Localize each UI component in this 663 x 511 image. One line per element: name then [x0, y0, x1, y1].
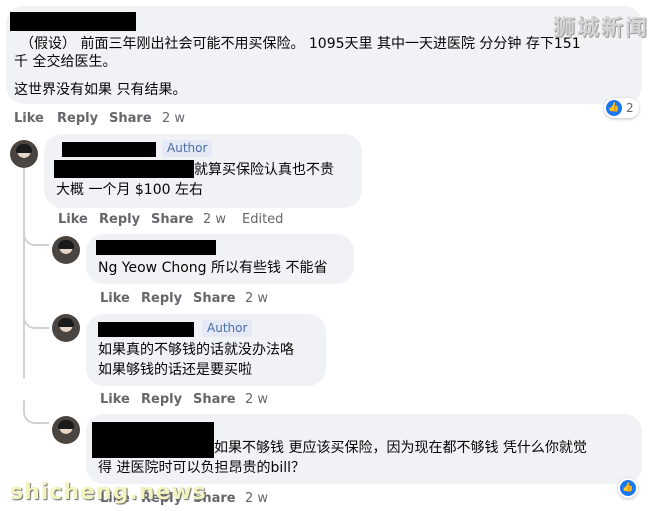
thread-connector: [23, 400, 49, 424]
comment-text-line: 得 进医院时可以负担昂贵的bill？: [98, 460, 306, 476]
reply-link[interactable]: Reply: [99, 212, 140, 227]
redacted-name: [10, 12, 136, 31]
like-link[interactable]: Like: [100, 392, 130, 407]
share-link[interactable]: Share: [193, 392, 236, 407]
comment-bubble: 如果不够钱 更应该买保险，因为现在都不够钱 凭什么你就觉 得 进医院时可以负担昂…: [86, 414, 642, 484]
author-badge: Author: [202, 320, 253, 337]
comment-text-line: 如果不够钱 更应该买保险，因为现在都不够钱 凭什么你就觉: [214, 440, 587, 456]
redacted-name: [96, 240, 216, 255]
comment-text-line: 千 全交给医生。: [14, 54, 117, 70]
comment-bubble: Author 如果真的不够钱的话就没办法咯 如果够钱的话还是要买啦: [86, 314, 326, 386]
comment-text-line: 就算买保险认真也不贵: [194, 162, 334, 178]
reply-link[interactable]: Reply: [57, 111, 98, 126]
reaction-summary[interactable]: 👍 2: [604, 98, 639, 118]
avatar[interactable]: [10, 140, 38, 168]
like-reaction-icon: 👍: [620, 480, 636, 496]
thread-line: [23, 168, 25, 378]
share-link[interactable]: Share: [193, 291, 236, 306]
comment-text-line: Ng Yeow Chong 所以有些钱 不能省: [98, 260, 328, 276]
avatar[interactable]: [52, 236, 80, 264]
reply-link[interactable]: Reply: [141, 291, 182, 306]
comment-bubble: Author 就算买保险认真也不贵 大概 一个月 $100 左右: [44, 134, 362, 208]
timestamp[interactable]: 2 w: [245, 291, 268, 306]
redacted-name: [62, 142, 156, 157]
edited-label: Edited: [242, 212, 284, 227]
timestamp[interactable]: 2 w: [203, 212, 226, 227]
share-link[interactable]: Share: [151, 212, 194, 227]
watermark-site-text: shicheng.news: [10, 480, 207, 505]
watermark-logo-text: 狮城新闻: [552, 16, 649, 41]
avatar[interactable]: [52, 314, 80, 342]
reaction-count: 2: [626, 101, 634, 115]
timestamp[interactable]: 2 w: [245, 491, 268, 506]
like-link[interactable]: Like: [58, 212, 88, 227]
reply-link[interactable]: Reply: [141, 392, 182, 407]
thread-connector: [23, 222, 49, 246]
redacted-name: [92, 422, 214, 458]
comment-bubble: （假设） 前面三年刚出社会可能不用买保险。 1095天里 其中一天进医院 分分钟…: [6, 6, 642, 104]
like-link[interactable]: Like: [14, 111, 44, 126]
timestamp[interactable]: 2 w: [245, 392, 268, 407]
comment-text-line: 这世界没有如果 只有结果。: [14, 82, 187, 98]
share-link[interactable]: Share: [109, 111, 152, 126]
like-reaction-icon: 👍: [606, 100, 622, 116]
redacted-mention: [54, 160, 194, 178]
comment-text-line: （假设） 前面三年刚出社会可能不用买保险。 1095天里 其中一天进医院 分分钟…: [20, 36, 581, 52]
comment-text-line: 如果真的不够钱的话就没办法咯: [98, 342, 294, 358]
reaction-summary[interactable]: 👍: [618, 478, 638, 498]
avatar[interactable]: [52, 416, 80, 444]
author-badge: Author: [162, 140, 213, 157]
redacted-name: [98, 322, 194, 337]
thread-connector: [23, 305, 49, 329]
comment-text-line: 大概 一个月 $100 左右: [56, 182, 203, 198]
timestamp[interactable]: 2 w: [162, 111, 185, 126]
comment-text-line: 如果够钱的话还是要买啦: [98, 362, 252, 378]
comment-bubble: Ng Yeow Chong 所以有些钱 不能省: [86, 234, 354, 284]
like-link[interactable]: Like: [100, 291, 130, 306]
